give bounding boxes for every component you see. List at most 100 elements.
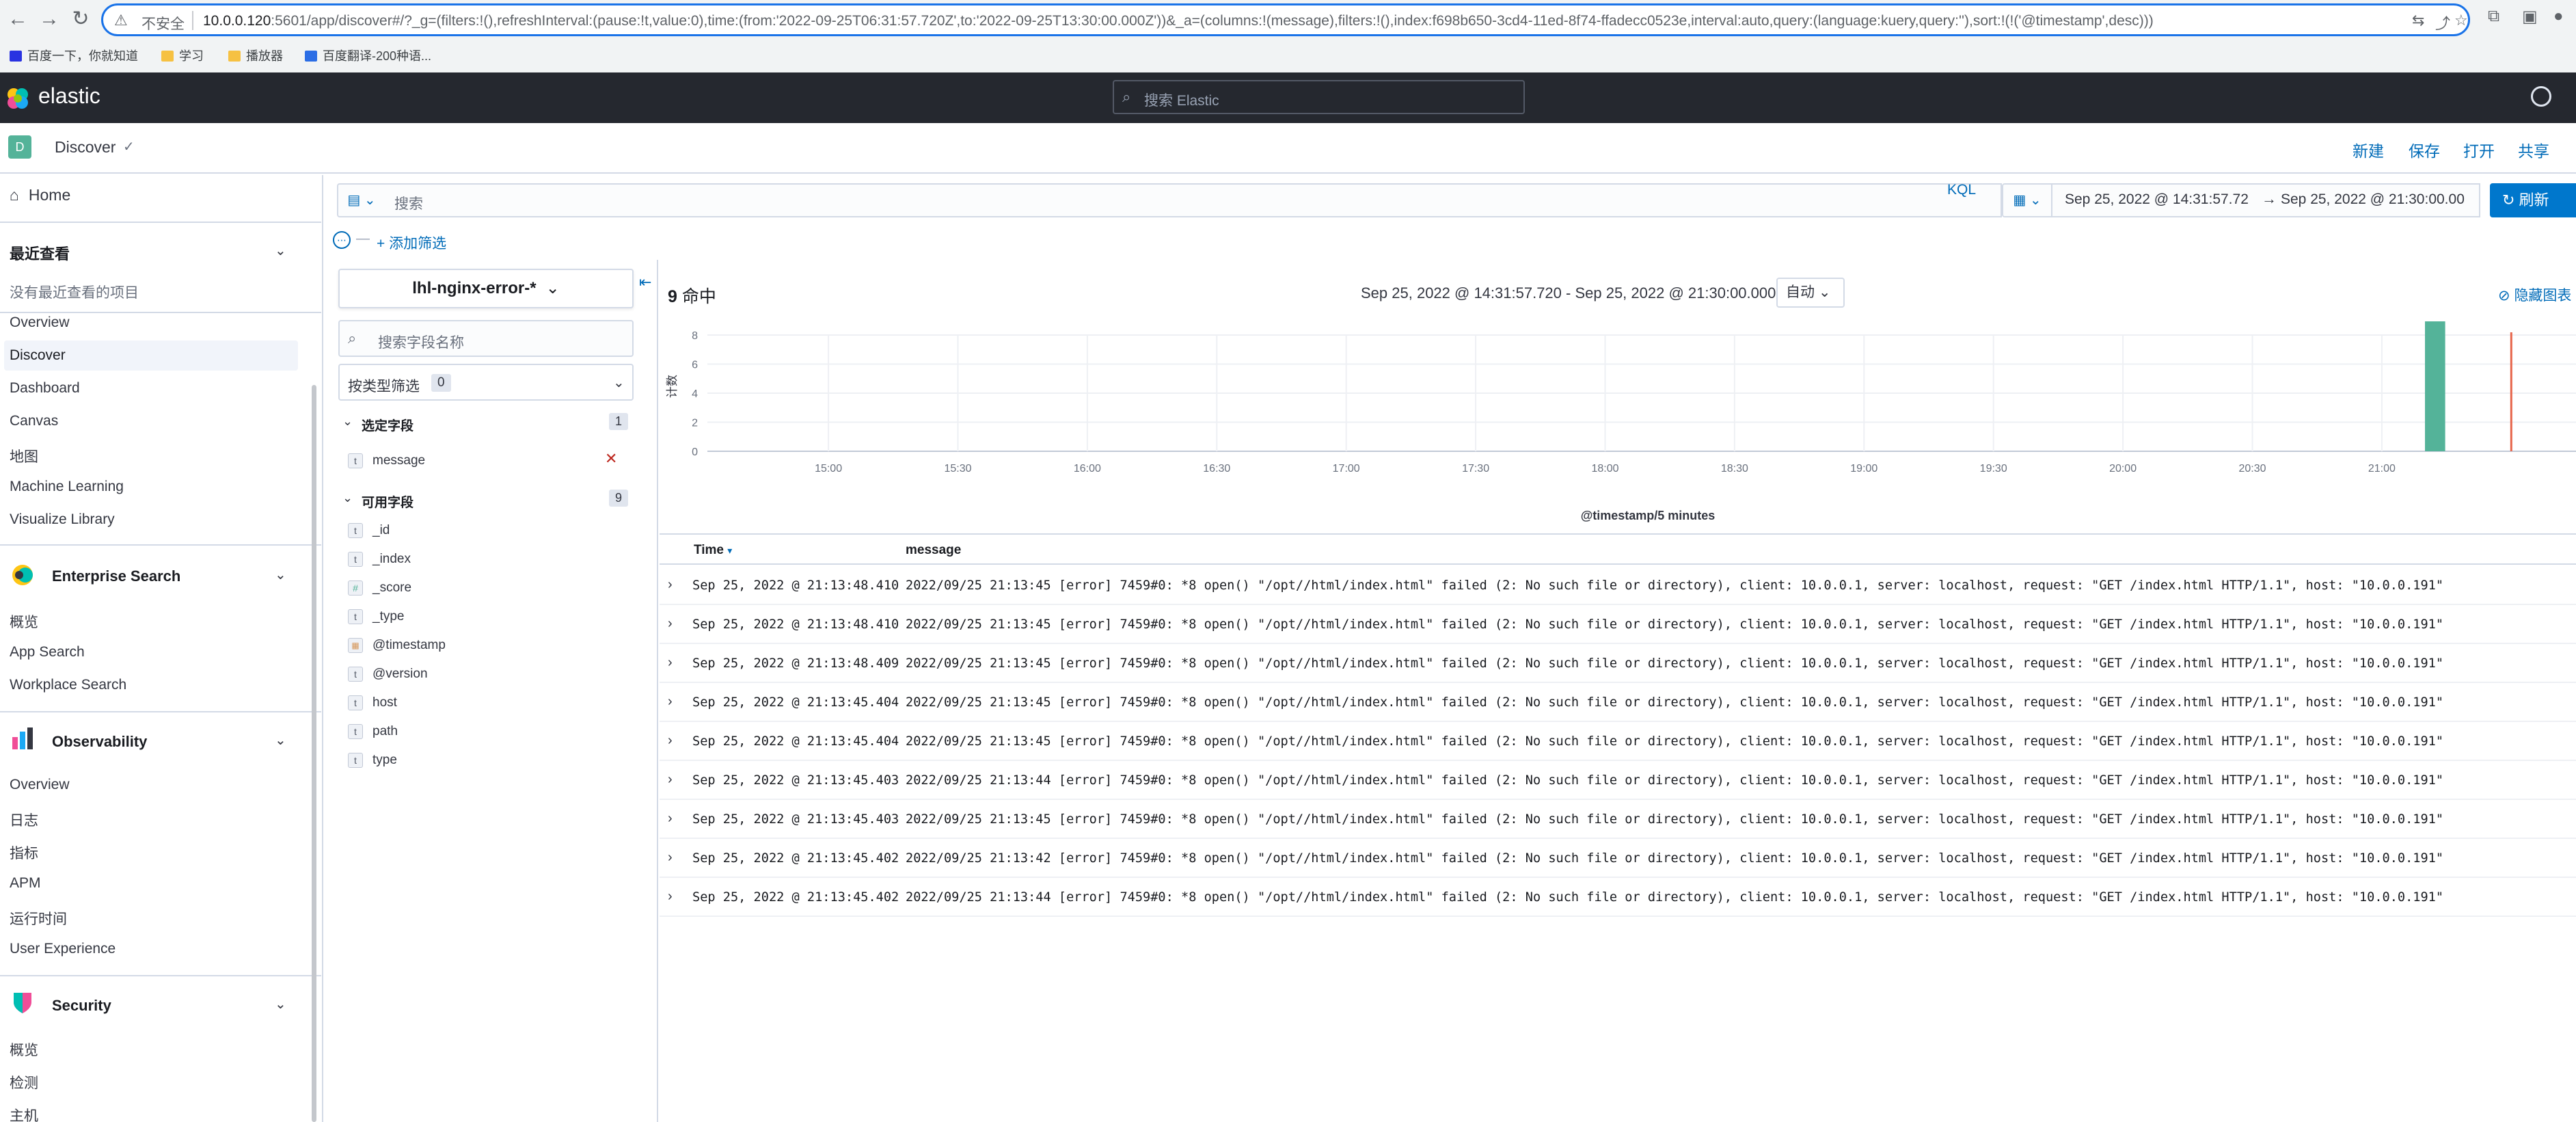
security-title[interactable]: Security: [52, 997, 111, 1015]
nav-obs-overview[interactable]: Overview: [10, 777, 70, 793]
brand-name[interactable]: elastic: [38, 83, 100, 109]
nav-apm[interactable]: APM: [10, 875, 41, 892]
nav-security-overview[interactable]: 概览: [10, 1039, 38, 1060]
index-pattern-selector[interactable]: lhl-nginx-error-* ⌄: [338, 269, 634, 308]
nav-home[interactable]: ⌂ Home: [10, 186, 70, 204]
hide-chart-button[interactable]: ⊘ 隐藏图表: [2498, 284, 2571, 305]
url-text[interactable]: 10.0.0.120:5601/app/discover#/?_g=(filte…: [203, 13, 2154, 29]
selected-fields-title[interactable]: 选定字段: [362, 416, 413, 434]
calendar-icon[interactable]: ▦ ⌄: [2002, 183, 2052, 217]
chevron-down-icon[interactable]: ⌄: [275, 566, 286, 583]
table-row[interactable]: › Sep 25, 2022 @ 21:13:48.410 2022/09/25 2…: [660, 566, 2576, 605]
reload-icon[interactable]: ↻: [66, 4, 96, 34]
profile-icon[interactable]: ●: [2553, 7, 2564, 26]
nav-user-experience[interactable]: User Experience: [10, 941, 116, 957]
new-button[interactable]: 新建: [2353, 138, 2384, 161]
save-button[interactable]: 保存: [2409, 138, 2440, 161]
field-item[interactable]: t @version: [348, 665, 635, 685]
nav-app-search[interactable]: App Search: [10, 644, 85, 660]
field-type-filter[interactable]: 按类型筛选 0 ⌄: [338, 364, 634, 401]
enterprise-search-title[interactable]: Enterprise Search: [52, 567, 180, 585]
date-start[interactable]: Sep 25, 2022 @ 14:31:57.72: [2065, 191, 2249, 208]
time-column-header[interactable]: Time ▾: [694, 543, 732, 558]
nav-discover[interactable]: Discover: [10, 347, 66, 364]
kql-toggle-button[interactable]: KQL: [1947, 182, 1976, 198]
table-row[interactable]: › Sep 25, 2022 @ 21:13:45.403 2022/09/25 2…: [660, 761, 2576, 800]
chevron-down-icon[interactable]: ⌄: [275, 242, 286, 259]
table-row[interactable]: › Sep 25, 2022 @ 21:13:45.404 2022/09/25 2…: [660, 683, 2576, 722]
available-fields-title[interactable]: 可用字段: [362, 492, 413, 511]
chevron-down-icon[interactable]: ⌄: [342, 414, 353, 429]
bookmark-item[interactable]: 学习: [161, 46, 204, 64]
interval-select[interactable]: 自动 ⌄: [1776, 278, 1845, 308]
translate-icon[interactable]: ⇆: [2412, 12, 2424, 29]
chevron-down-icon[interactable]: ⌄: [275, 732, 286, 749]
refresh-button[interactable]: ↻ 刷新: [2490, 183, 2576, 217]
bookmark-item[interactable]: 百度一下，你就知道: [10, 46, 138, 64]
remove-field-icon[interactable]: ✕: [605, 450, 617, 468]
open-button[interactable]: 打开: [2463, 138, 2495, 161]
field-item[interactable]: t path: [348, 722, 635, 743]
nav-uptime[interactable]: 运行时间: [10, 908, 67, 929]
nav-scrollbar[interactable]: [312, 385, 316, 1122]
global-search-input[interactable]: ⌕ 搜索 Elastic: [1113, 80, 1525, 114]
nav-dashboard[interactable]: Dashboard: [10, 380, 80, 397]
expand-row-icon[interactable]: ›: [668, 889, 673, 905]
expand-row-icon[interactable]: ›: [668, 850, 673, 866]
nav-visualize-library[interactable]: Visualize Library: [10, 511, 115, 528]
field-item[interactable]: t host: [348, 693, 635, 714]
table-row[interactable]: › Sep 25, 2022 @ 21:13:45.404 2022/09/25 2…: [660, 722, 2576, 761]
query-input[interactable]: 搜索: [385, 183, 2002, 217]
message-column-header[interactable]: message: [906, 543, 961, 558]
field-item[interactable]: t _index: [348, 550, 635, 570]
nav-detections[interactable]: 检测: [10, 1072, 38, 1093]
observability-title[interactable]: Observability: [52, 733, 147, 751]
expand-row-icon[interactable]: ›: [668, 733, 673, 749]
back-icon[interactable]: ←: [3, 4, 33, 34]
help-icon[interactable]: [2531, 86, 2551, 107]
field-search-input[interactable]: ⌕ 搜索字段名称: [338, 320, 634, 357]
expand-row-icon[interactable]: ›: [668, 616, 673, 632]
table-row[interactable]: › Sep 25, 2022 @ 21:13:45.403 2022/09/25 2…: [660, 800, 2576, 839]
add-filter-button[interactable]: + 添加筛选: [377, 232, 446, 253]
field-item[interactable]: # _score: [348, 578, 635, 599]
collapse-sidebar-icon[interactable]: ⇤: [639, 273, 651, 291]
address-bar[interactable]: ⚠ 不安全 10.0.0.120:5601/app/discover#/?_g=…: [101, 3, 2470, 36]
nav-maps[interactable]: 地图: [10, 446, 38, 466]
expand-row-icon[interactable]: ›: [668, 694, 673, 710]
table-row[interactable]: › Sep 25, 2022 @ 21:13:48.410 2022/09/25 2…: [660, 605, 2576, 644]
field-item[interactable]: t type: [348, 751, 635, 771]
table-row[interactable]: › Sep 25, 2022 @ 21:13:45.402 2022/09/25 2…: [660, 878, 2576, 917]
histogram-chart[interactable]: 0 2 4 6 8 15:00 15:30 16:00 16:30 17:00 17:30 18:00…: [660, 321, 2576, 526]
space-avatar[interactable]: D: [8, 135, 31, 159]
bookmark-item[interactable]: 百度翻译-200种语...: [305, 46, 431, 64]
nav-workplace-search[interactable]: Workplace Search: [10, 677, 126, 693]
sidepanel-icon[interactable]: ▣: [2522, 7, 2538, 27]
breadcrumb[interactable]: Discover: [55, 138, 116, 157]
field-item[interactable]: t _id: [348, 521, 635, 542]
nav-overview[interactable]: Overview: [10, 315, 70, 331]
saved-query-icon[interactable]: ▤ ⌄: [337, 183, 385, 217]
chevron-down-icon[interactable]: ⌄: [275, 996, 286, 1013]
bookmark-item[interactable]: 播放器: [228, 46, 283, 64]
nav-metrics[interactable]: 指标: [10, 842, 38, 863]
nav-canvas[interactable]: Canvas: [10, 413, 58, 429]
share-button[interactable]: 共享: [2518, 138, 2549, 161]
nav-logs[interactable]: 日志: [10, 810, 38, 830]
nav-enterprise-overview[interactable]: 概览: [10, 611, 38, 632]
share-icon[interactable]: ⤴: [2435, 12, 2450, 34]
table-row[interactable]: › Sep 25, 2022 @ 21:13:48.409 2022/09/25 2…: [660, 644, 2576, 683]
extensions-icon[interactable]: ⧉: [2488, 7, 2499, 26]
filter-options-icon[interactable]: ⋯: [333, 231, 351, 249]
expand-row-icon[interactable]: ›: [668, 577, 673, 593]
elastic-logo-icon[interactable]: [5, 86, 30, 111]
expand-row-icon[interactable]: ›: [668, 655, 673, 671]
field-item[interactable]: ▦ @timestamp: [348, 636, 635, 656]
expand-row-icon[interactable]: ›: [668, 772, 673, 788]
bookmark-star-icon[interactable]: ☆: [2454, 12, 2468, 29]
table-row[interactable]: › Sep 25, 2022 @ 21:13:45.402 2022/09/25 2…: [660, 839, 2576, 878]
field-item[interactable]: t message: [348, 451, 635, 472]
nav-hosts[interactable]: 主机: [10, 1105, 38, 1122]
nav-machine-learning[interactable]: Machine Learning: [10, 479, 124, 495]
forward-icon[interactable]: →: [34, 4, 64, 34]
